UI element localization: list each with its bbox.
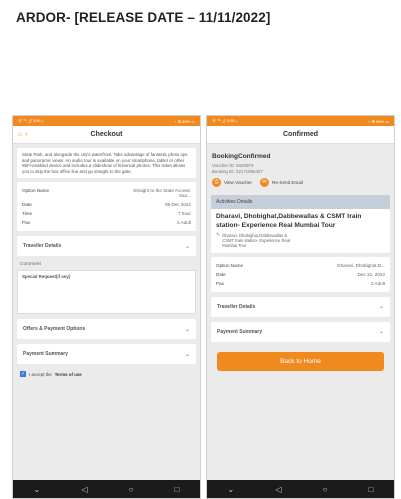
status-left: Ⓐ ᵀᴬ ⊿ 3:55 ₒ bbox=[212, 118, 238, 123]
detail-label: Option Name bbox=[22, 188, 50, 194]
booking-summary-card: BookingConfirmed Voucher ID: 50200F3 Boo… bbox=[211, 148, 390, 189]
view-voucher-label: View Voucher bbox=[224, 180, 253, 185]
payment-summary-toggle[interactable]: Payment Summary ⌄ bbox=[211, 321, 390, 342]
resend-email-button[interactable]: ✉ Re-Send Email bbox=[260, 178, 303, 187]
detail-value: 7 hour bbox=[177, 211, 191, 217]
detail-label: Option Name bbox=[216, 262, 244, 268]
detail-label: Pax bbox=[216, 280, 224, 286]
terms-checkbox[interactable]: ✓ bbox=[20, 371, 26, 378]
chevron-left-icon[interactable]: ‹ bbox=[25, 131, 27, 138]
email-icon: ✉ bbox=[260, 178, 270, 187]
status-right: ⌁ ⊞ 88% ▭ bbox=[368, 118, 389, 124]
screen-title: Checkout bbox=[90, 131, 123, 138]
tour-description-card: State Park, and alongside the city's wat… bbox=[17, 148, 196, 179]
detail-row: Option Name Dharavi, Dhobighat,D... bbox=[216, 261, 385, 270]
detail-value: Straight to the State Access: San... bbox=[133, 188, 191, 199]
app-bar: Confirmed bbox=[207, 126, 394, 144]
location-pin-icon: ✎ bbox=[216, 232, 221, 238]
activity-card: Dharavi, Dhobighat,Dabbewallas & CSMT tr… bbox=[211, 209, 390, 253]
menu-chevron-icon[interactable]: ⌄ bbox=[228, 485, 235, 494]
system-navbar: ⌄ ◁ ○ □ bbox=[207, 480, 394, 498]
back-triangle-icon[interactable]: ◁ bbox=[275, 485, 281, 494]
booking-status: BookingConfirmed bbox=[212, 153, 271, 160]
detail-row: Pax 2 Adult bbox=[22, 218, 191, 227]
offers-payment-toggle[interactable]: Offers & Payment Options ⌄ bbox=[17, 319, 196, 340]
home-circle-icon[interactable]: ○ bbox=[323, 485, 328, 494]
chevron-down-icon: ⌄ bbox=[378, 304, 384, 311]
terms-row: ✓ I accept the Terms of use bbox=[17, 371, 196, 378]
detail-row: Date Dec 21, 2022 bbox=[216, 270, 385, 279]
home-circle-icon[interactable]: ○ bbox=[129, 485, 134, 494]
resend-email-label: Re-Send Email bbox=[272, 180, 303, 185]
detail-value: 2 Adult bbox=[176, 220, 191, 226]
detail-value: Dec 21, 2022 bbox=[357, 271, 385, 277]
terms-prefix: I accept the bbox=[29, 371, 52, 377]
app-bar: ⌂ ‹ Checkout bbox=[13, 126, 200, 144]
recents-square-icon[interactable]: □ bbox=[369, 485, 374, 494]
terms-link[interactable]: Terms of use bbox=[55, 372, 82, 377]
detail-row: Time 7 hour bbox=[22, 209, 191, 218]
comment-textarea[interactable]: Special Request(if any) bbox=[17, 270, 196, 315]
traveller-details-toggle[interactable]: Traveller Details ⌄ bbox=[17, 236, 196, 257]
traveller-details-toggle[interactable]: Traveller Details ⌄ bbox=[211, 296, 390, 317]
detail-value: 09 Dec 2022 bbox=[164, 202, 191, 208]
payment-summary-toggle[interactable]: Payment Summary ⌄ bbox=[17, 344, 196, 365]
chevron-down-icon: ⌄ bbox=[184, 351, 190, 358]
detail-row: Option Name Straight to the State Access… bbox=[22, 186, 191, 200]
comment-placeholder: Special Request(if any) bbox=[22, 274, 71, 280]
status-left: Ⓐ ᵀᴬ ⊿ 3:59 ₒ bbox=[18, 118, 44, 123]
status-bar: Ⓐ ᵀᴬ ⊿ 3:59 ₒ ⌁ ⊞ 89% ▭ bbox=[13, 116, 200, 126]
status-right: ⌁ ⊞ 89% ▭ bbox=[174, 118, 195, 124]
detail-label: Pax bbox=[22, 220, 30, 226]
detail-label: Date bbox=[216, 271, 226, 277]
comment-label: Comment bbox=[20, 262, 41, 268]
activities-header: Activities Details bbox=[211, 195, 390, 209]
detail-label: Time bbox=[22, 211, 33, 217]
booking-id: Booking ID: 22171965407 bbox=[212, 169, 263, 174]
detail-row: Date 09 Dec 2022 bbox=[22, 200, 191, 209]
screen-title: Confirmed bbox=[283, 131, 318, 138]
tour-location-text: Dharavi, Dhobighat,Dabbewallas & CSMT tr… bbox=[222, 233, 291, 249]
detail-value: 2 Adult bbox=[370, 280, 385, 286]
chevron-down-icon: ⌄ bbox=[184, 326, 190, 333]
menu-chevron-icon[interactable]: ⌄ bbox=[34, 485, 41, 494]
tour-description: State Park, and alongside the city's wat… bbox=[22, 152, 188, 174]
payment-summary-label: Payment Summary bbox=[23, 351, 69, 358]
booking-details-card: Option Name Dharavi, Dhobighat,D... Date… bbox=[211, 256, 390, 292]
offers-label: Offers & Payment Options bbox=[23, 326, 86, 333]
checkout-screen: Ⓐ ᵀᴬ ⊿ 3:59 ₒ ⌁ ⊞ 89% ▭ ⌂ ‹ Checkout Sta… bbox=[12, 115, 201, 499]
confirmed-screen: Ⓐ ᵀᴬ ⊿ 3:55 ₒ ⌁ ⊞ 88% ▭ Confirmed Bookin… bbox=[206, 115, 395, 499]
page-title: ARDOR- [RELEASE DATE – 11/11/2022] bbox=[16, 10, 271, 25]
back-to-home-button[interactable]: Back to Home bbox=[217, 351, 384, 371]
home-icon[interactable]: ⌂ bbox=[18, 131, 22, 138]
detail-label: Date bbox=[22, 202, 32, 208]
voucher-id: Voucher ID: 50200F3 bbox=[212, 163, 254, 168]
back-triangle-icon[interactable]: ◁ bbox=[81, 485, 87, 494]
tour-title: Dharavi, Dhobighat,Dabbewallas & CSMT tr… bbox=[216, 213, 362, 229]
chevron-down-icon: ⌄ bbox=[184, 243, 190, 250]
detail-value: Dharavi, Dhobighat,D... bbox=[337, 262, 385, 268]
detail-row: Pax 2 Adult bbox=[216, 279, 385, 288]
tour-location: ✎ Dharavi, Dhobighat,Dabbewallas & CSMT … bbox=[216, 232, 385, 249]
voucher-icon: ⎙ bbox=[212, 178, 221, 187]
chevron-down-icon: ⌄ bbox=[378, 329, 384, 336]
payment-summary-label: Payment Summary bbox=[217, 328, 263, 335]
system-navbar: ⌄ ◁ ○ □ bbox=[13, 480, 200, 498]
booking-details-card: Option Name Straight to the State Access… bbox=[17, 182, 196, 232]
screenshot-canvas: ARDOR- [RELEASE DATE – 11/11/2022] Ⓐ ᵀᴬ … bbox=[0, 0, 401, 499]
status-bar: Ⓐ ᵀᴬ ⊿ 3:55 ₒ ⌁ ⊞ 88% ▭ bbox=[207, 116, 394, 126]
view-voucher-button[interactable]: ⎙ View Voucher bbox=[212, 178, 252, 187]
recents-square-icon[interactable]: □ bbox=[175, 485, 180, 494]
traveller-details-label: Traveller Details bbox=[217, 303, 256, 310]
traveller-details-label: Traveller Details bbox=[23, 243, 62, 250]
